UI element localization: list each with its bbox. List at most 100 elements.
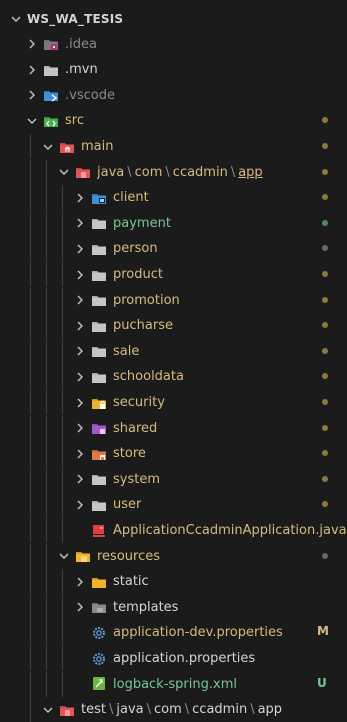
indent-guide: [46, 338, 47, 364]
tree-row-java-com-ccadmin-app[interactable]: java \ com \ ccadmin \ app: [0, 159, 347, 185]
tree-item-label: sale: [113, 343, 140, 359]
indent-guide: [30, 262, 31, 287]
tree-row-resources[interactable]: resources: [0, 543, 347, 569]
path-separator: \: [146, 702, 151, 718]
folder-icon: [91, 370, 107, 384]
path-separator: \: [127, 164, 132, 180]
chevron-down-icon[interactable]: [8, 11, 24, 27]
tree-row-logback-spring-xml[interactable]: logback-spring.xml U: [0, 671, 347, 697]
chevron-right-icon[interactable]: [72, 241, 88, 257]
chevron-right-icon[interactable]: [72, 471, 88, 487]
chevron-right-icon[interactable]: [72, 343, 88, 359]
chevron-right-icon[interactable]: [72, 574, 88, 590]
tree-row-ws-wa-tesis[interactable]: WS_WA_TESIS: [0, 6, 347, 31]
tree-row-templates[interactable]: templates: [0, 594, 347, 620]
indent-guide: [46, 466, 47, 492]
chevron-right-icon[interactable]: [72, 215, 88, 231]
tree-item-label: shared: [113, 420, 158, 436]
git-status-dot: [322, 424, 328, 431]
chevron-right-icon[interactable]: [72, 318, 88, 334]
path-segment: com: [154, 702, 182, 718]
tree-row-product[interactable]: product: [0, 262, 347, 287]
tree-item-label: .idea: [65, 36, 97, 52]
tree-row-idea[interactable]: .idea: [0, 32, 347, 57]
git-status-dot: [322, 347, 328, 354]
tree-row-client[interactable]: client: [0, 185, 347, 211]
indent-guide: [62, 338, 63, 364]
chevron-right-icon[interactable]: [72, 292, 88, 308]
indent-guide: [62, 236, 63, 262]
security-folder-icon: [91, 396, 107, 410]
tree-row-person[interactable]: person: [0, 236, 347, 262]
tree-row-schooldata[interactable]: schooldata: [0, 364, 347, 390]
tree-row-application-dev-properties[interactable]: application-dev.properties M: [0, 620, 347, 646]
tree-row-test-java-com-ccadmin-app[interactable]: test \ java \ com \ ccadmin \ app: [0, 697, 347, 722]
tree-row-applicationccadminapplication-java[interactable]: ApplicationCcadminApplication.java: [0, 518, 347, 543]
indent-guide: [46, 569, 47, 595]
chevron-down-icon[interactable]: [24, 113, 40, 129]
chevron-right-icon[interactable]: [72, 497, 88, 513]
indent-guide: [30, 236, 31, 262]
java-file-icon: [91, 524, 107, 538]
chevron-right-icon[interactable]: [24, 36, 40, 52]
folder-icon: [91, 319, 107, 333]
tree-row-sale[interactable]: sale: [0, 338, 347, 364]
chevron-right-icon[interactable]: [72, 420, 88, 436]
tree-item-label: payment: [113, 215, 171, 231]
store-folder-icon: [91, 447, 107, 461]
tree-item-label: test \ java \ com \ ccadmin \ app: [81, 702, 282, 717]
tree-row-payment[interactable]: payment: [0, 210, 347, 236]
tree-row-pucharse[interactable]: pucharse: [0, 313, 347, 339]
git-status-dot: [322, 219, 328, 226]
tree-row-security[interactable]: security: [0, 390, 347, 415]
tree-row-system[interactable]: system: [0, 466, 347, 492]
path-separator: \: [184, 702, 190, 718]
chevron-right-icon[interactable]: [24, 62, 40, 78]
path-segment: java: [116, 702, 144, 718]
folder-icon: [91, 242, 107, 256]
indent-guide: [30, 518, 31, 543]
indent-guide: [46, 415, 47, 441]
git-status-dot: [322, 168, 328, 175]
git-status-dot: [322, 373, 328, 380]
indent-guide: [46, 646, 47, 671]
chevron-right-icon[interactable]: [72, 369, 88, 385]
chevron-right-icon[interactable]: [72, 446, 88, 462]
tree-item-label: logback-spring.xml: [113, 676, 237, 692]
tree-item-label: WS_WA_TESIS: [27, 11, 124, 26]
chevron-right-icon[interactable]: [72, 395, 88, 411]
chevron-down-icon[interactable]: [56, 164, 72, 180]
tree-row-user[interactable]: user: [0, 492, 347, 518]
chevron-right-icon[interactable]: [72, 190, 88, 206]
indent-guide: [46, 364, 47, 390]
tree-row-shared[interactable]: shared: [0, 415, 347, 441]
indent-guide: [30, 543, 31, 569]
indent-guide: [62, 287, 63, 313]
indent-guide: [46, 287, 47, 313]
tree-item-label: static: [113, 574, 149, 590]
chevron-right-icon[interactable]: [24, 87, 40, 103]
chevron-right-icon[interactable]: [72, 599, 88, 615]
tree-row-main[interactable]: main: [0, 134, 347, 159]
tree-row-mvn[interactable]: .mvn: [0, 57, 347, 82]
path-segment: test: [81, 702, 106, 718]
explorer-tree: WS_WA_TESIS .idea .mvn .vscode src main java \ c…: [0, 0, 347, 722]
indent-guide: [62, 313, 63, 339]
tree-row-static[interactable]: static: [0, 569, 347, 595]
chevron-right-icon[interactable]: [72, 267, 88, 283]
tree-item-label: src: [65, 113, 84, 129]
tree-item-label: schooldata: [113, 369, 184, 385]
tree-row-promotion[interactable]: promotion: [0, 287, 347, 313]
tree-row-application-properties[interactable]: application.properties: [0, 646, 347, 671]
git-status-dot: [322, 475, 328, 482]
tree-row-src[interactable]: src: [0, 108, 347, 133]
tree-item-label: resources: [97, 548, 161, 564]
chevron-down-icon[interactable]: [56, 548, 72, 564]
chevron-down-icon[interactable]: [40, 139, 56, 155]
chevron-down-icon[interactable]: [40, 702, 56, 718]
tree-row-vscode[interactable]: .vscode: [0, 83, 347, 108]
indent-guide: [30, 159, 31, 185]
tree-item-label: product: [113, 267, 164, 282]
tree-row-store[interactable]: store: [0, 441, 347, 467]
folder-icon: [91, 498, 107, 512]
